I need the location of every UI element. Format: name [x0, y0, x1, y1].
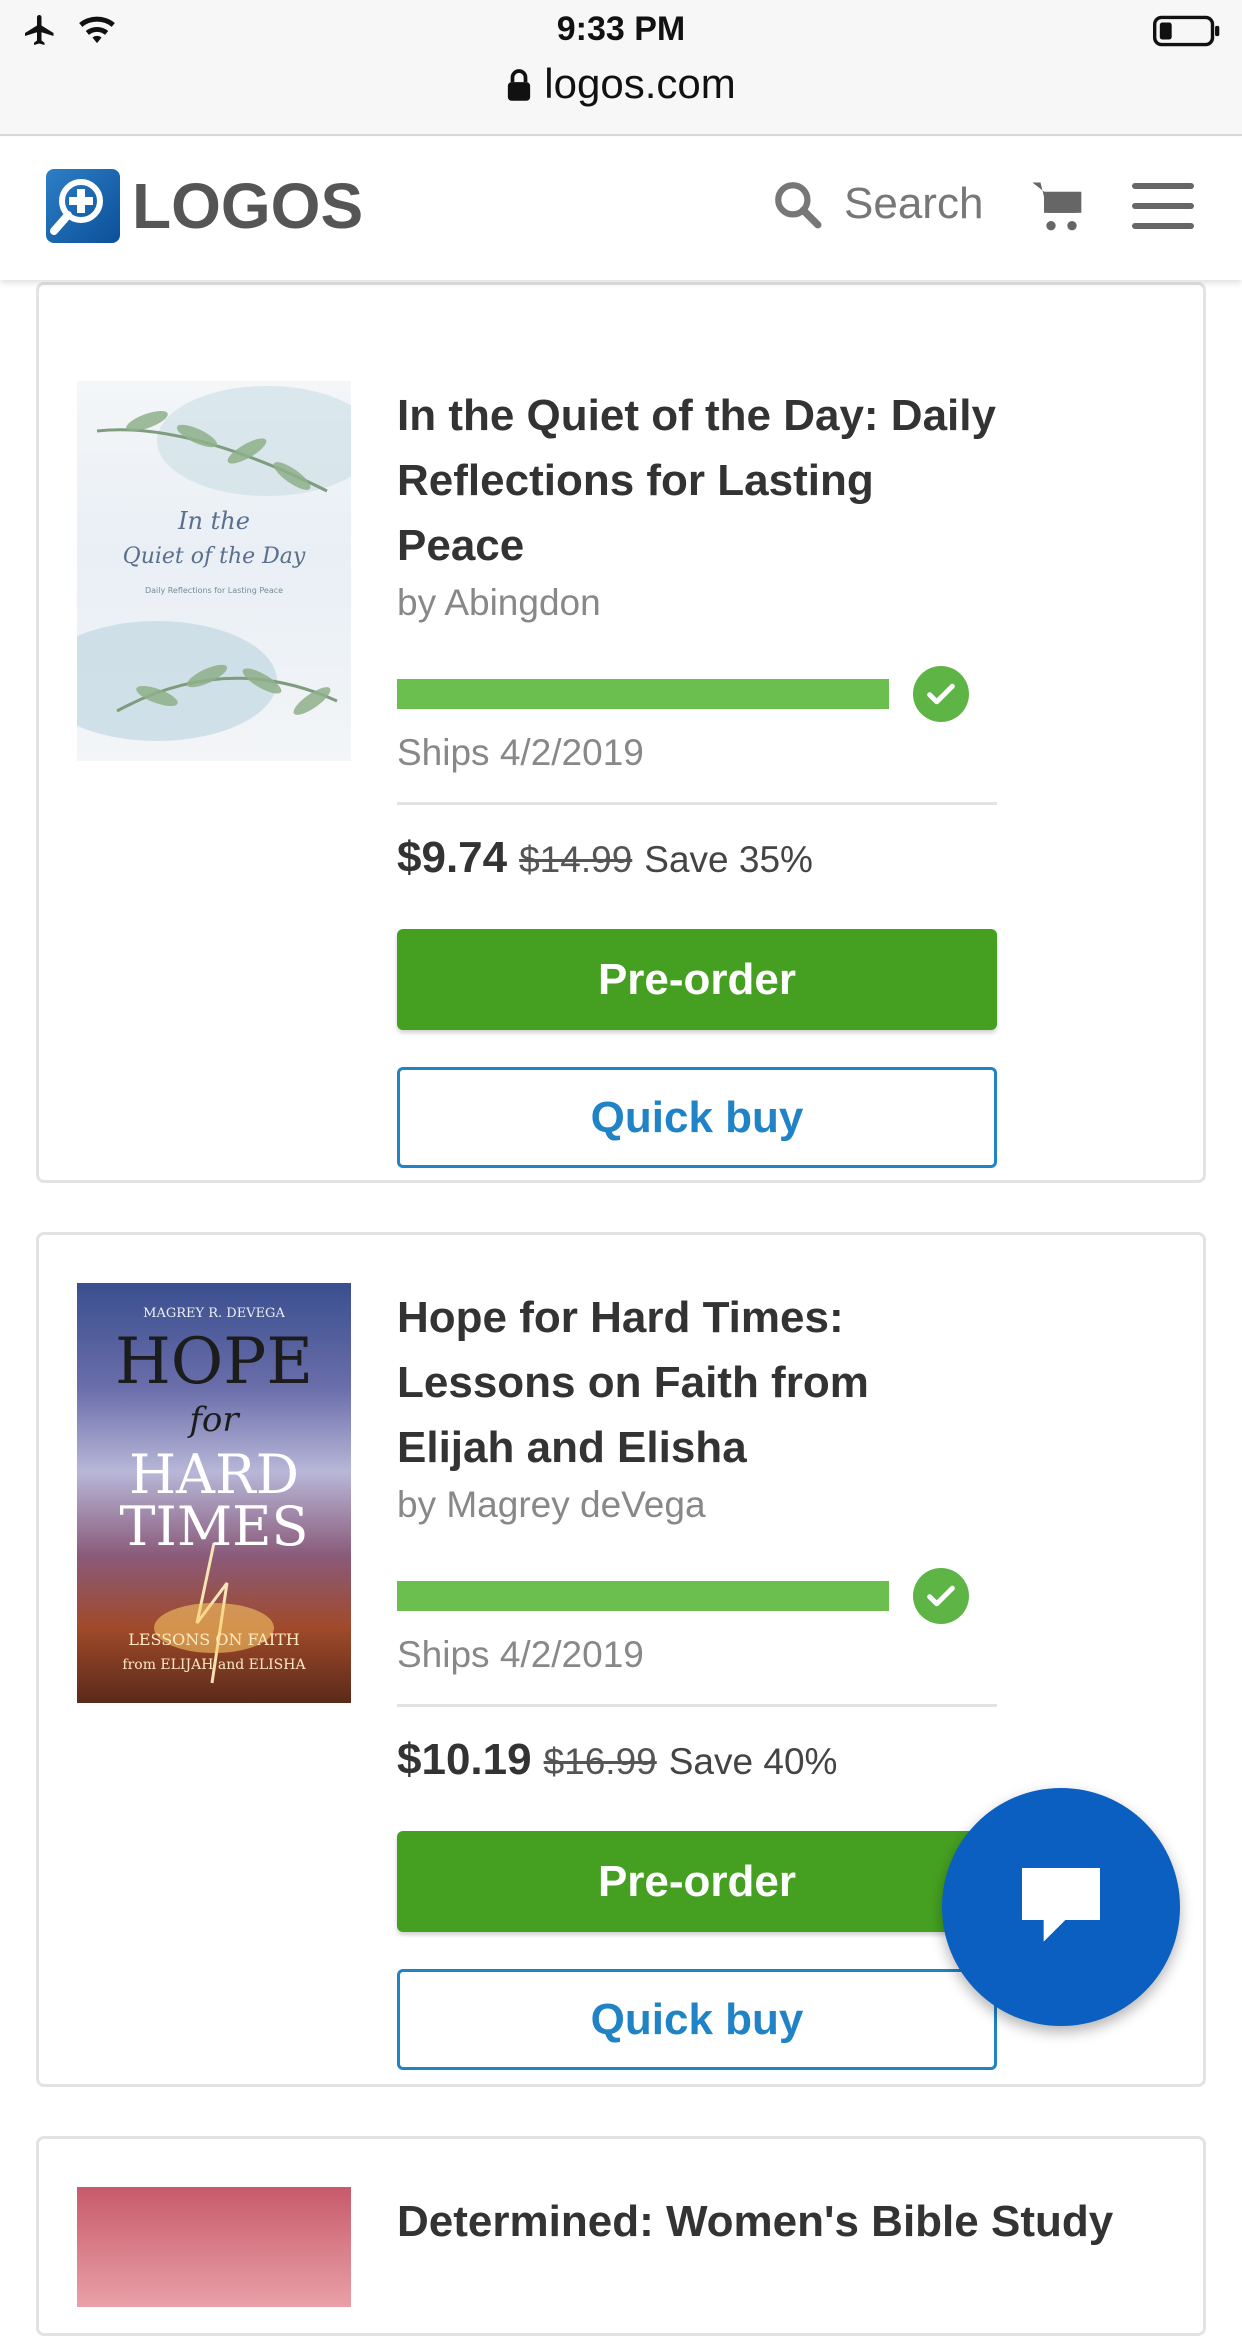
product-info: Hope for Hard Times: Lessons on Faith fr…: [397, 1285, 997, 2070]
progress-bar: [397, 679, 889, 709]
sale-price: $9.74: [397, 833, 508, 882]
status-time: 9:33 PM: [556, 10, 686, 48]
book-cover[interactable]: In the Quiet of the Day Daily Reflection…: [77, 381, 351, 761]
cover-subtitle: Daily Reflections for Lasting Peace: [145, 586, 283, 595]
product-card: Determined: Women's Bible Study: [36, 2136, 1206, 2336]
product-info: Determined: Women's Bible Study: [397, 2189, 1113, 2254]
cover-subtitle-1: LESSONS ON FAITH: [128, 1630, 300, 1649]
product-title[interactable]: Determined: Women's Bible Study: [397, 2189, 1113, 2254]
address-bar[interactable]: logos.com: [0, 60, 1242, 108]
cover-word-hope: HOPE: [115, 1325, 313, 1399]
quick-buy-button[interactable]: Quick buy: [397, 1969, 997, 2070]
product-title[interactable]: Hope for Hard Times: Lessons on Faith fr…: [397, 1285, 997, 1480]
ship-progress: [397, 1568, 997, 1624]
progress-bar: [397, 1581, 889, 1611]
cover-title-line2: Quiet of the Day: [123, 544, 306, 569]
price-row: $9.74 $14.99 Save 35%: [397, 833, 997, 883]
cart-button[interactable]: [1030, 179, 1086, 240]
checkmark-icon: [913, 666, 969, 722]
book-cover[interactable]: MAGREY R. DEVEGA HOPE for HARD TIMES LES…: [77, 1283, 351, 1703]
url-text: logos.com: [544, 60, 736, 107]
savings: Save 40%: [668, 1741, 838, 1782]
menu-icon: [1132, 183, 1194, 229]
product-title[interactable]: In the Quiet of the Day: Daily Reflectio…: [397, 383, 997, 578]
quick-buy-button[interactable]: Quick buy: [397, 1067, 997, 1168]
product-info: In the Quiet of the Day: Daily Reflectio…: [397, 383, 997, 1168]
product-card: In the Quiet of the Day Daily Reflection…: [36, 282, 1206, 1183]
ship-date: Ships 4/2/2019: [397, 1634, 997, 1707]
ship-progress: [397, 666, 997, 722]
original-price: $16.99: [543, 1741, 657, 1782]
lock-icon: [508, 69, 531, 101]
menu-button[interactable]: [1132, 183, 1194, 243]
cart-icon: [1032, 182, 1082, 231]
preorder-button[interactable]: Pre-order: [397, 929, 997, 1030]
savings: Save 35%: [644, 839, 813, 880]
checkmark-icon: [913, 1568, 969, 1624]
price-row: $10.19 $16.99 Save 40%: [397, 1735, 997, 1785]
book-cover[interactable]: [77, 2187, 351, 2307]
battery-icon: [1152, 14, 1222, 53]
cover-subtitle-2: from ELIJAH and ELISHA: [122, 1657, 306, 1673]
status-bar: 9:33 PM logos.com: [0, 0, 1242, 136]
site-header: LOGOS Search: [0, 137, 1242, 280]
cover-author: MAGREY R. DEVEGA: [143, 1306, 285, 1321]
logo-icon: [46, 169, 120, 243]
sale-price: $10.19: [397, 1735, 532, 1784]
product-author[interactable]: by Abingdon: [397, 582, 997, 624]
ship-date: Ships 4/2/2019: [397, 732, 997, 805]
product-author[interactable]: by Magrey deVega: [397, 1484, 997, 1526]
cover-title-line1: In the: [177, 507, 250, 535]
preorder-button[interactable]: Pre-order: [397, 1831, 997, 1932]
chat-bubble-icon: [1022, 1868, 1100, 1942]
search-icon: [775, 182, 822, 229]
logos-logo[interactable]: LOGOS: [46, 169, 363, 243]
search-button[interactable]: Search: [772, 179, 983, 229]
logo-text: LOGOS: [132, 170, 364, 242]
cover-word-times: TIMES: [119, 1495, 308, 1558]
original-price: $14.99: [519, 839, 633, 880]
search-label: Search: [844, 179, 984, 228]
cover-word-for: for: [186, 1400, 240, 1440]
chat-button[interactable]: [942, 1788, 1180, 2026]
